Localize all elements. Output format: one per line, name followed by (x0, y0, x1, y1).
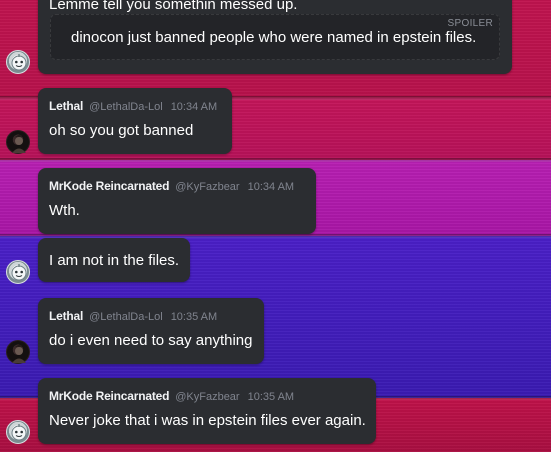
message-header: Lethal @LethalDa-Lol 10:34 AM (49, 99, 217, 113)
robot-face-icon (11, 264, 27, 281)
message-text: do i even need to say anything (49, 332, 253, 349)
message-text: Never joke that i was in epstein files e… (49, 412, 366, 429)
message-header: MrKode Reincarnated @KyFazbear 10:35 AM (49, 389, 294, 403)
robot-face-avatar[interactable] (6, 50, 30, 74)
spoiler-text: dinocon just banned people who were name… (71, 29, 477, 46)
robot-face-icon (11, 54, 27, 71)
message-bubble[interactable]: Lethal @LethalDa-Lol 10:35 AM do i even … (38, 298, 264, 364)
dark-character-avatar[interactable] (6, 340, 30, 364)
author-name[interactable]: Lethal (49, 99, 83, 113)
message-bubble[interactable]: Lethal @LethalDa-Lol 10:34 AM oh so you … (38, 88, 232, 154)
bg-seam (0, 158, 551, 162)
message-bubble[interactable]: Lemme tell you somethin messed up. SPOIL… (38, 0, 512, 74)
timestamp: 10:35 AM (170, 311, 218, 323)
robot-face-avatar[interactable] (6, 420, 30, 444)
author-handle: @KyFazbear (175, 391, 240, 403)
message-bubble[interactable]: MrKode Reincarnated @KyFazbear 10:34 AM … (38, 168, 316, 234)
robot-face-avatar[interactable] (6, 260, 30, 284)
author-name[interactable]: MrKode Reincarnated (49, 389, 169, 403)
robot-face-icon (11, 424, 27, 441)
message-text: Lemme tell you somethin messed up. (49, 0, 298, 13)
message-header: Lethal @LethalDa-Lol 10:35 AM (49, 309, 217, 323)
spoiler-label: SPOILER (447, 18, 493, 29)
message-header: MrKode Reincarnated @KyFazbear 10:34 AM (49, 179, 294, 193)
message-bubble[interactable]: MrKode Reincarnated @KyFazbear 10:35 AM … (38, 378, 376, 444)
character-silhouette-icon (12, 345, 26, 363)
author-handle: @LethalDa-Lol (89, 101, 163, 113)
message-text: I am not in the files. (49, 252, 180, 269)
message-text: Wth. (49, 202, 80, 219)
spoiler-block[interactable]: SPOILER dinocon just banned people who w… (50, 14, 500, 60)
message-bubble[interactable]: I am not in the files. (38, 238, 190, 282)
author-handle: @LethalDa-Lol (89, 311, 163, 323)
author-handle: @KyFazbear (175, 181, 240, 193)
timestamp: 10:34 AM (170, 101, 218, 113)
author-name[interactable]: MrKode Reincarnated (49, 179, 169, 193)
author-name[interactable]: Lethal (49, 309, 83, 323)
dark-character-avatar[interactable] (6, 130, 30, 154)
message-text: oh so you got banned (49, 122, 194, 139)
character-silhouette-icon (12, 135, 26, 153)
timestamp: 10:34 AM (247, 181, 295, 193)
timestamp: 10:35 AM (247, 391, 295, 403)
